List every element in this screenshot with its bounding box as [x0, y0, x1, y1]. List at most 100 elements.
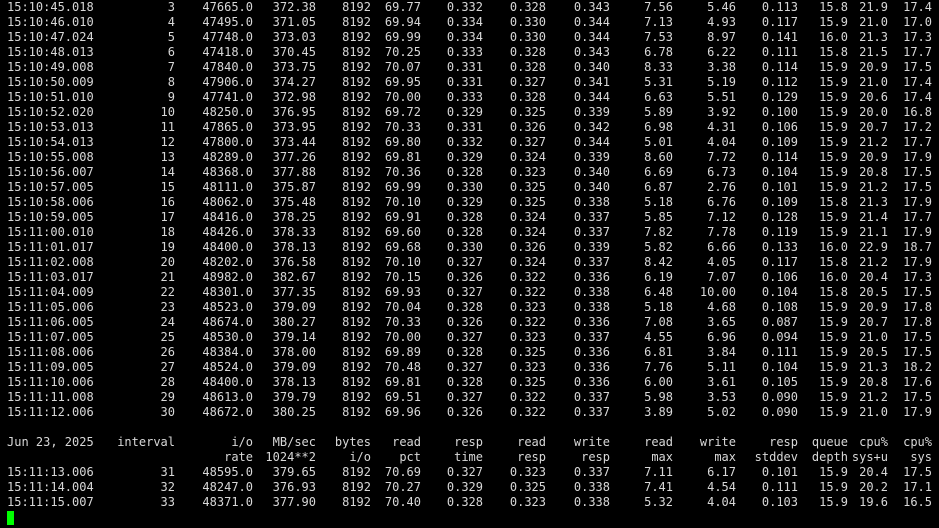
cell-io-rate: 48416.0: [202, 210, 253, 224]
cell-mb-per-sec: 379.09: [272, 360, 316, 374]
cell-resp-stddev: 0.133: [761, 240, 798, 254]
cell-mb-per-sec: 380.25: [272, 405, 316, 419]
cell-resp-time: 0.329: [446, 105, 483, 119]
cell-bytes-per-io: 8192: [342, 75, 371, 89]
cell-timestamp: 15:10:58.006: [7, 195, 94, 209]
cell-cpu-sys: 17.9: [903, 225, 932, 239]
cell-read-pct: 69.96: [384, 405, 421, 419]
cell-read-pct: 69.68: [384, 240, 421, 254]
cell-read-resp: 0.322: [509, 315, 546, 329]
cell-read-max: 5.18: [644, 300, 673, 314]
cell-queue-depth: 15.9: [819, 165, 848, 179]
cell-read-pct: 69.60: [384, 225, 421, 239]
cell-queue-depth: 15.9: [819, 360, 848, 374]
cell-cpu-sys: 17.4: [903, 75, 932, 89]
cell-write-resp: 0.338: [573, 300, 610, 314]
cell-interval: 11: [160, 120, 175, 134]
cell-mb-per-sec: 377.26: [272, 150, 316, 164]
cell-queue-depth: 15.9: [819, 75, 848, 89]
cell-write-resp: 0.336: [573, 375, 610, 389]
table-row: 15:11:15.007 33 48371.0 377.90 8192 70.40 0.32…: [0, 495, 939, 510]
cell-write-resp: 0.339: [573, 105, 610, 119]
table-row: 15:11:01.017 19 48400.0 378.13 8192 69.68 0.33…: [0, 240, 939, 255]
cell-cpu-sys-u: 20.4: [859, 465, 888, 479]
cell-cpu-sys-u: sys+u: [851, 450, 888, 464]
cell-mb-per-sec: 379.09: [272, 300, 316, 314]
cell-io-rate: 47741.0: [202, 90, 253, 104]
cell-queue-depth: 15.8: [819, 195, 848, 209]
cell-interval: 12: [160, 135, 175, 149]
cell-read-pct: 70.00: [384, 90, 421, 104]
table-row: 15:10:53.013 11 47865.0 373.95 8192 70.33 0.33…: [0, 120, 939, 135]
cell-read-pct: 69.77: [384, 0, 421, 14]
cell-read-pct: 70.15: [384, 270, 421, 284]
cell-resp-stddev: 0.117: [761, 255, 798, 269]
cell-write-max: write: [699, 435, 736, 449]
cell-read-pct: 70.27: [384, 480, 421, 494]
cell-read-max: 6.48: [644, 285, 673, 299]
cell-write-max: 7.07: [707, 270, 736, 284]
cell-read-max: 7.13: [644, 15, 673, 29]
cell-write-max: 6.22: [707, 45, 736, 59]
cell-resp-stddev: 0.103: [761, 495, 798, 509]
cell-read-max: 5.82: [644, 240, 673, 254]
cell-resp-time: 0.331: [446, 75, 483, 89]
cell-interval: 10: [160, 105, 175, 119]
cell-write-max: 3.38: [707, 60, 736, 74]
cell-bytes-per-io: 8192: [342, 195, 371, 209]
cell-read-max: 7.82: [644, 225, 673, 239]
cell-read-max: 6.63: [644, 90, 673, 104]
cell-io-rate: 48613.0: [202, 390, 253, 404]
cell-write-resp: 0.342: [573, 120, 610, 134]
cell-queue-depth: queue: [811, 435, 848, 449]
cell-io-rate: 47665.0: [202, 0, 253, 14]
cell-timestamp: 15:11:06.005: [7, 315, 94, 329]
cell-cpu-sys-u: 20.9: [859, 150, 888, 164]
cell-cpu-sys-u: 21.2: [859, 135, 888, 149]
cell-mb-per-sec: 376.95: [272, 105, 316, 119]
cell-read-pct: read: [392, 435, 421, 449]
cell-read-max: 8.42: [644, 255, 673, 269]
cell-cpu-sys-u: 20.8: [859, 375, 888, 389]
cell-mb-per-sec: 379.65: [272, 465, 316, 479]
cell-queue-depth: 16.0: [819, 270, 848, 284]
cell-timestamp: 15:11:03.017: [7, 270, 94, 284]
cell-queue-depth: 15.9: [819, 495, 848, 509]
cell-bytes-per-io: 8192: [342, 165, 371, 179]
cell-bytes-per-io: 8192: [342, 315, 371, 329]
cell-cpu-sys: 17.5: [903, 390, 932, 404]
cell-write-resp: 0.338: [573, 480, 610, 494]
cell-read-max: 6.00: [644, 375, 673, 389]
cell-cpu-sys-u: 21.0: [859, 15, 888, 29]
cell-cpu-sys-u: 22.9: [859, 240, 888, 254]
cell-cpu-sys-u: 20.8: [859, 165, 888, 179]
cell-io-rate: 47418.0: [202, 45, 253, 59]
cell-cpu-sys-u: 21.3: [859, 30, 888, 44]
cell-timestamp: 15:10:56.007: [7, 165, 94, 179]
cell-cpu-sys: cpu%: [903, 435, 932, 449]
cell-io-rate: 48400.0: [202, 375, 253, 389]
table-row: 15:10:55.008 13 48289.0 377.26 8192 69.81 0.32…: [0, 150, 939, 165]
cell-read-pct: 69.95: [384, 75, 421, 89]
cell-cpu-sys-u: 21.1: [859, 225, 888, 239]
cell-cpu-sys-u: 20.5: [859, 345, 888, 359]
cell-interval: 18: [160, 225, 175, 239]
cell-read-resp: 0.323: [509, 300, 546, 314]
cell-mb-per-sec: 370.45: [272, 45, 316, 59]
cell-read-resp: 0.323: [509, 495, 546, 509]
table-row: 15:10:49.008 7 47840.0 373.75 8192 70.07 0.331…: [0, 60, 939, 75]
terminal-window[interactable]: 15:10:45.018 3 47665.0 372.38 8192 69.77 0.332…: [0, 0, 939, 528]
cell-interval: 19: [160, 240, 175, 254]
cell-bytes-per-io: 8192: [342, 255, 371, 269]
cell-cpu-sys: 17.5: [903, 465, 932, 479]
cell-bytes-per-io: 8192: [342, 360, 371, 374]
cell-read-resp: 0.325: [509, 480, 546, 494]
cell-read-resp: 0.330: [509, 30, 546, 44]
cell-interval: 9: [167, 90, 175, 104]
cell-queue-depth: 15.8: [819, 255, 848, 269]
cell-bytes-per-io: 8192: [342, 60, 371, 74]
cell-read-max: 6.98: [644, 120, 673, 134]
cell-cpu-sys: 16.5: [903, 495, 932, 509]
cell-read-resp: 0.324: [509, 225, 546, 239]
cell-read-max: 5.31: [644, 75, 673, 89]
